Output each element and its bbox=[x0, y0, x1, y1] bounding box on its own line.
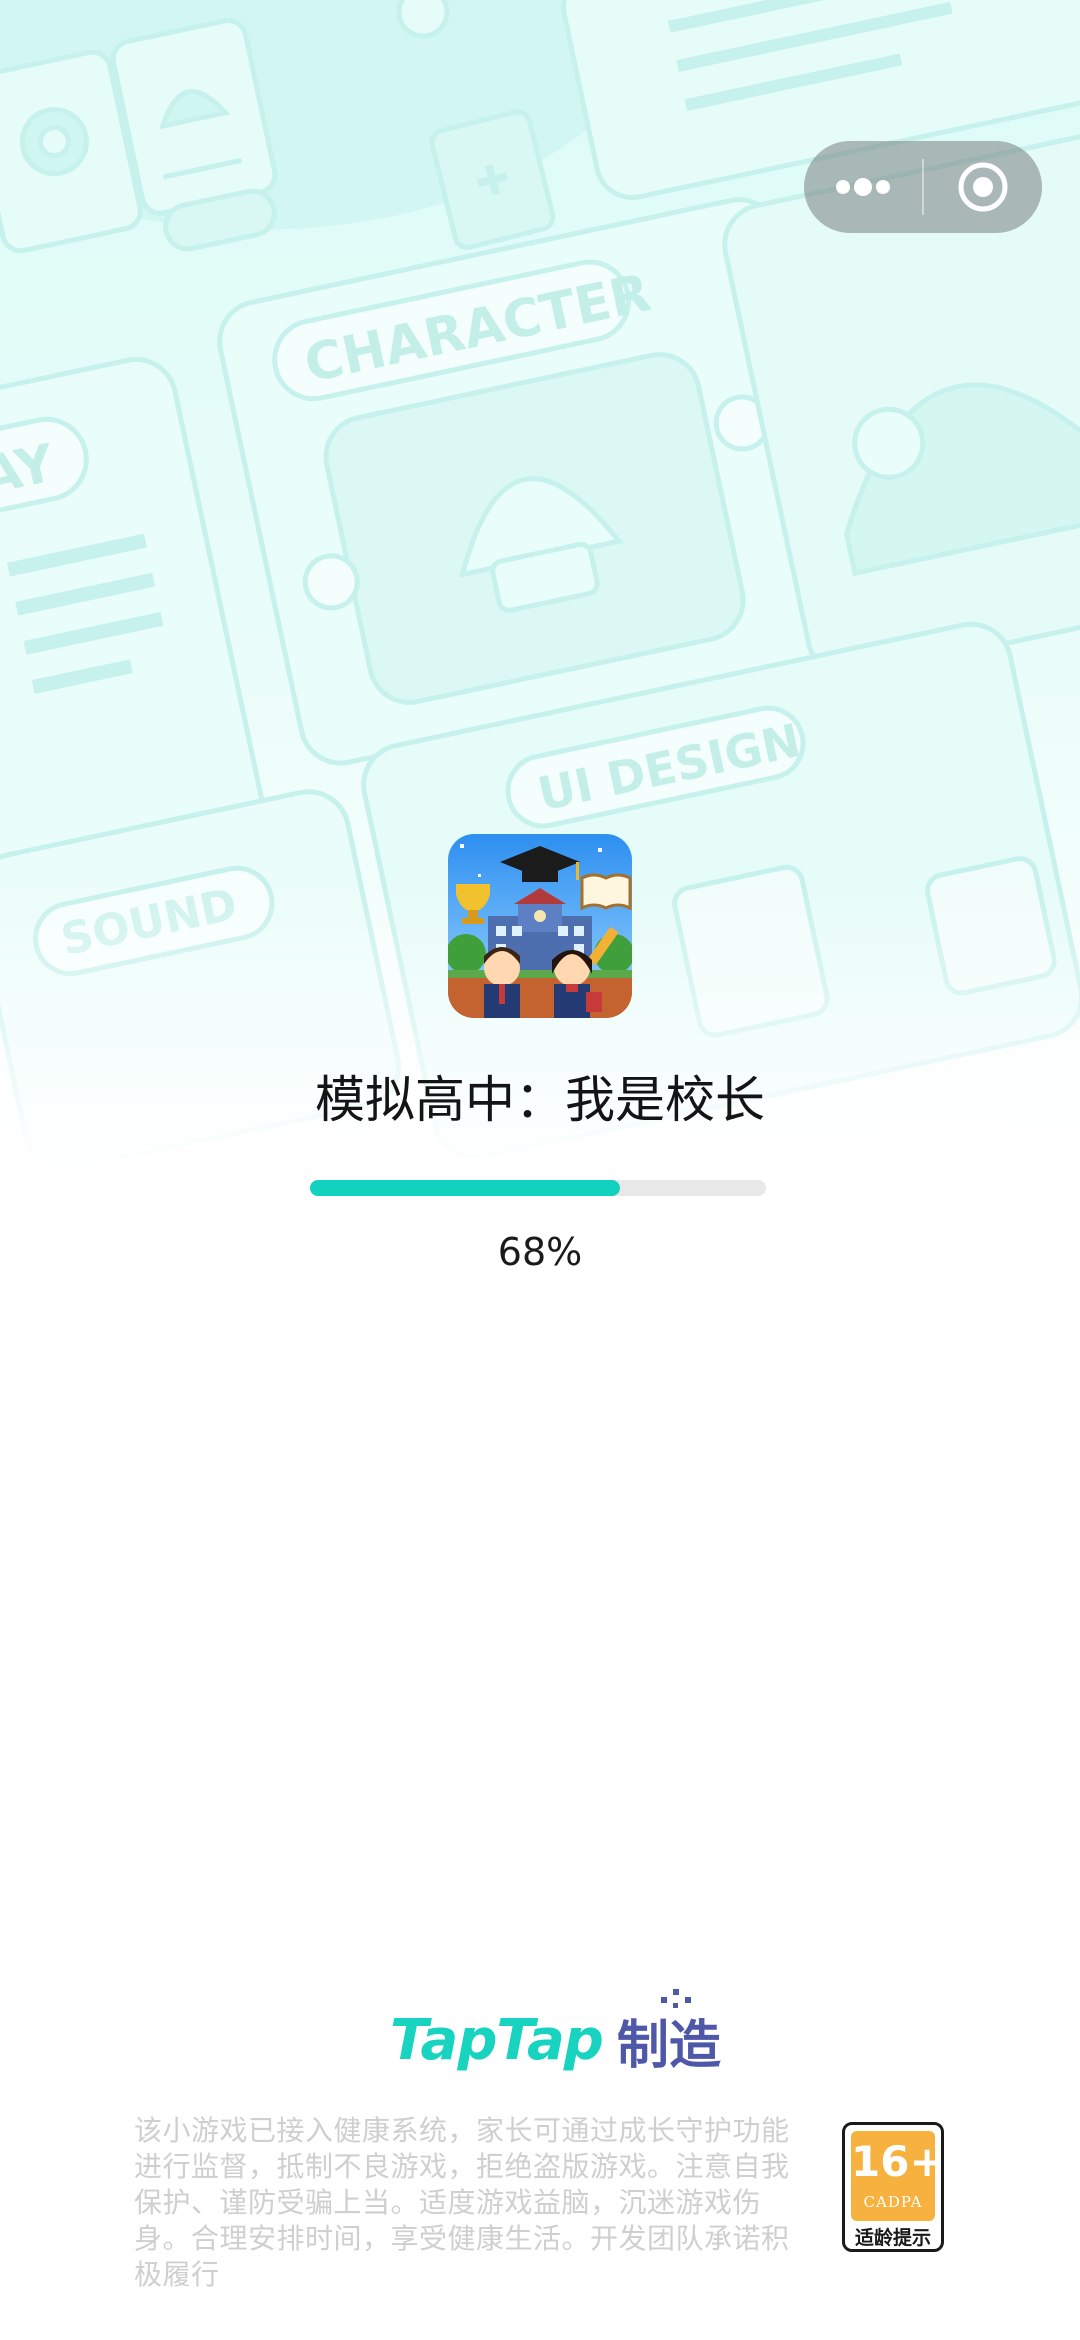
age-rating-panel: 16+ CADPA bbox=[851, 2131, 944, 2221]
age-rating-label: 适龄提示 bbox=[854, 2227, 931, 2249]
loading-progress-bar bbox=[310, 1180, 766, 1196]
more-button[interactable] bbox=[804, 141, 922, 233]
taptap-brand-logo: TapTap 制造 bbox=[390, 1988, 721, 2080]
game-title: 模拟高中：我是校长 bbox=[315, 1071, 765, 1129]
loading-progress-fill bbox=[310, 1180, 621, 1196]
close-button[interactable] bbox=[924, 141, 1042, 233]
brand-secondary: 制造 bbox=[616, 1988, 721, 2078]
brand-secondary-text: 制造 bbox=[616, 2015, 721, 2076]
record-circle-icon bbox=[958, 162, 1008, 212]
age-rating-org: CADPA bbox=[863, 2193, 923, 2211]
health-notice-text: 该小游戏已接入健康系统，家长可通过成长守护功能进行监督，抵制不良游戏，拒绝盗版游… bbox=[134, 2114, 790, 2291]
sparkle-icon bbox=[660, 1988, 691, 2008]
age-rating-badge[interactable]: 16+ CADPA 适龄提示 bbox=[842, 2122, 944, 2252]
loading-progress-percent: 68% bbox=[497, 1230, 583, 1274]
mini-program-capsule bbox=[804, 141, 1042, 233]
more-dots-icon bbox=[836, 178, 890, 196]
loading-screen: CHARACTER LAY UI DESIGN 模拟高中：我是校长 68% Ta… bbox=[0, 0, 1080, 2340]
school-game-app-icon bbox=[448, 834, 632, 1018]
age-rating-number: 16+ bbox=[851, 2137, 944, 2186]
brand-primary: TapTap bbox=[390, 2007, 604, 2073]
